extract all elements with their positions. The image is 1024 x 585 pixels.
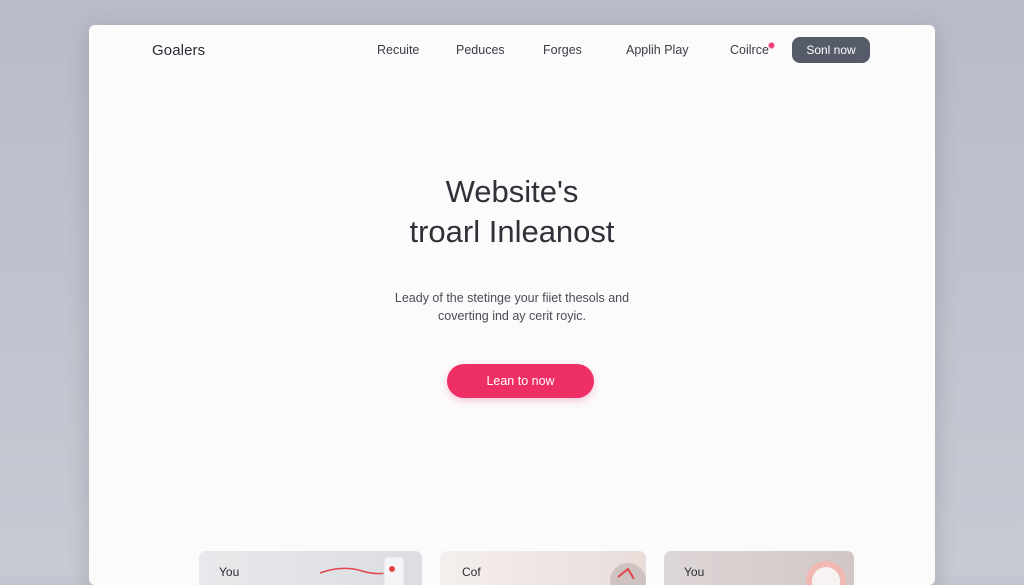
feature-card-1[interactable]: You	[199, 551, 422, 585]
nav-item-coilrce[interactable]: Coilrce	[730, 43, 769, 57]
nav-item-forges[interactable]: Forges	[543, 43, 582, 57]
notification-dot	[768, 42, 775, 49]
card-label: Cof	[462, 565, 481, 579]
card-illustration-icon	[610, 563, 646, 585]
nav-item-recuite[interactable]: Recuite	[377, 43, 419, 57]
hero-title-line-1: Website's	[445, 174, 579, 209]
header-action-button[interactable]: Sonl now	[792, 37, 870, 63]
feature-card-3[interactable]: You	[664, 551, 854, 585]
card-illustration-icon	[319, 556, 405, 585]
card-label: You	[219, 565, 240, 579]
hero-title-line-2: troarl Inleanost	[409, 214, 615, 249]
browser-window: Goalers Recuite Peduces Forges Applih Pl…	[89, 25, 935, 585]
hero-subtitle-line-2: coverting ind ay cerit royic.	[438, 309, 586, 323]
hero-subtitle-line-1: Leady of the stetinge your fiiet thesols…	[394, 291, 630, 305]
nav-item-peduces[interactable]: Peduces	[456, 43, 505, 57]
hero-title: Website's troarl Inleanost	[89, 172, 935, 252]
hero-subtitle: Leady of the stetinge your fiiet thesols…	[89, 289, 935, 325]
hero-cta-button[interactable]: Lean to now	[447, 364, 594, 398]
feature-card-2[interactable]: Cof	[440, 551, 646, 585]
site-logo[interactable]: Goalers	[152, 42, 205, 59]
card-label: You	[684, 565, 705, 579]
nav-item-applih-play[interactable]: Applih Play	[626, 43, 689, 57]
card-illustration-icon	[806, 561, 846, 585]
